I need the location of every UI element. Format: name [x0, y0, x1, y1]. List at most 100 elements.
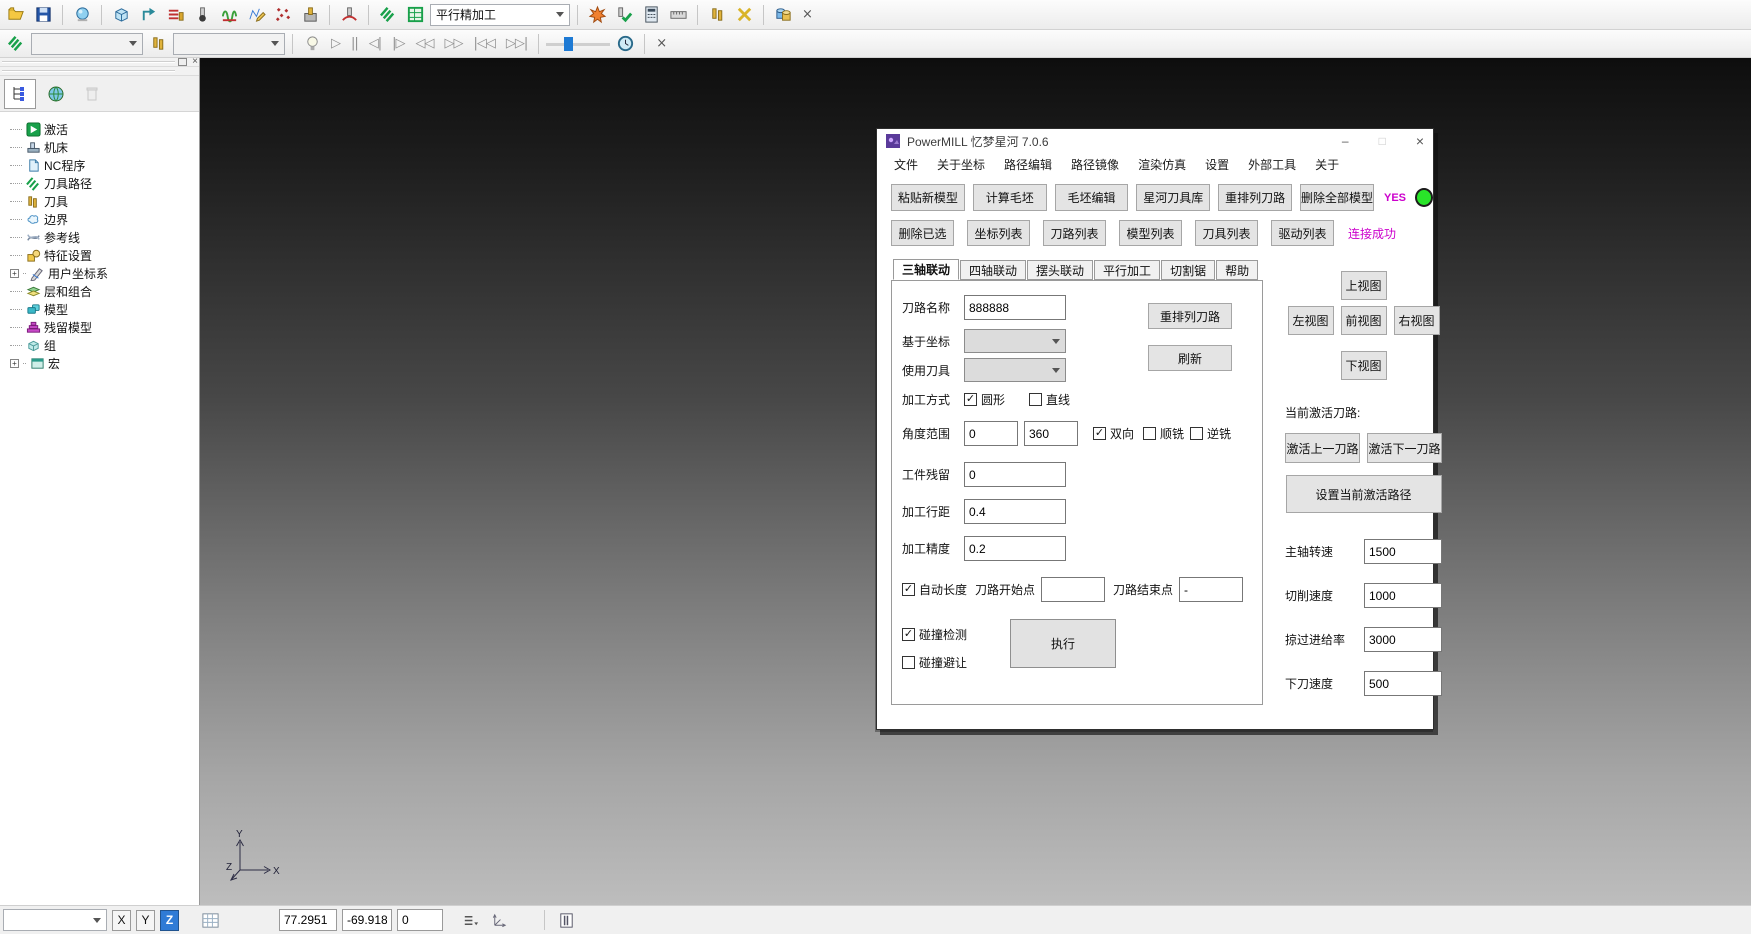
play-icon[interactable]: ▷	[327, 36, 344, 51]
execute-button[interactable]: 执行	[1010, 619, 1116, 668]
coordinate-y-input[interactable]	[342, 909, 392, 931]
axis-y-button[interactable]: Y	[136, 910, 155, 931]
auto-length-checkbox[interactable]: ✓	[902, 583, 915, 596]
tree-item-boundaries[interactable]: 边界	[10, 210, 199, 228]
view-right-button[interactable]: 右视图	[1394, 306, 1440, 335]
toolbar-close-icon[interactable]: ×	[652, 36, 670, 51]
calc-block-button[interactable]: 计算毛坯	[973, 184, 1047, 211]
axis-x-button[interactable]: X	[112, 910, 131, 931]
panel-close-icon[interactable]: ×	[192, 56, 198, 67]
tab-explorer-globe[interactable]	[40, 79, 72, 109]
conventional-checkbox[interactable]	[1190, 427, 1203, 440]
tab-3axis[interactable]: 三轴联动	[893, 259, 959, 280]
climb-checkbox[interactable]	[1143, 427, 1156, 440]
activate-prev-toolpath-button[interactable]: 激活上一刀路	[1285, 433, 1360, 463]
bulb-icon[interactable]	[300, 32, 324, 56]
open-file-icon[interactable]	[4, 3, 28, 27]
tree-item-groups[interactable]: 组	[10, 336, 199, 354]
calculator-icon[interactable]	[639, 3, 663, 27]
clock-icon[interactable]	[613, 32, 637, 56]
list-menu-icon[interactable]	[458, 908, 482, 932]
view-front-button[interactable]: 前视图	[1341, 306, 1387, 335]
step-forward-icon[interactable]: |▷	[388, 36, 408, 51]
ballnose-tool-icon[interactable]	[190, 3, 214, 27]
axis-z-button[interactable]: Z	[160, 910, 179, 931]
collision-avoid-checkbox[interactable]	[902, 656, 915, 669]
activate-next-toolpath-button[interactable]: 激活下一刀路	[1367, 433, 1442, 463]
tree-item-macros[interactable]: +宏	[10, 354, 199, 372]
use-tool-select[interactable]	[964, 358, 1066, 382]
menu-file[interactable]: 文件	[894, 156, 918, 173]
ruler-icon[interactable]	[666, 3, 690, 27]
go-to-end-icon[interactable]: ▷▷|	[502, 36, 531, 51]
paste-new-model-button[interactable]: 粘贴新模型	[891, 184, 965, 211]
rewind-icon[interactable]: ◁◁	[412, 36, 438, 51]
grid-list-icon[interactable]	[403, 3, 427, 27]
toolpath-name-input[interactable]	[964, 295, 1066, 320]
simulation-speed-slider[interactable]	[546, 35, 610, 53]
plunge-speed-input[interactable]	[1364, 671, 1442, 696]
collision-check-checkbox[interactable]: ✓	[902, 628, 915, 641]
dialog-titlebar[interactable]: PowerMILL 忆梦星河 7.0.6 – □ ×	[877, 129, 1433, 153]
menu-about-coords[interactable]: 关于坐标	[937, 156, 985, 173]
maximize-button[interactable]: □	[1379, 134, 1386, 148]
tab-parallel[interactable]: 平行加工	[1094, 260, 1160, 280]
tool-holder-icon[interactable]	[298, 3, 322, 27]
fast-forward-icon[interactable]: ▷▷	[441, 36, 467, 51]
view-bottom-button[interactable]: 下视图	[1341, 351, 1387, 380]
tree-item-feature-sets[interactable]: 特征设置	[10, 246, 199, 264]
refresh-button[interactable]: 刷新	[1148, 345, 1232, 371]
panel-float-icon[interactable]	[178, 58, 187, 66]
delete-all-models-button[interactable]: 删除全部模型	[1300, 184, 1374, 211]
tree-item-workplanes[interactable]: +用户坐标系	[10, 264, 199, 282]
menu-about[interactable]: 关于	[1315, 156, 1339, 173]
tool-list-button[interactable]: 刀具列表	[1195, 220, 1258, 246]
tab-4axis[interactable]: 四轴联动	[960, 260, 1026, 280]
tree-item-toolpaths[interactable]: 刀具路径	[10, 174, 199, 192]
burst-tool-icon[interactable]	[585, 3, 609, 27]
angle-from-input[interactable]	[964, 421, 1018, 446]
base-coord-select[interactable]	[964, 329, 1066, 353]
end-point-input[interactable]	[1179, 577, 1243, 602]
tool-arc-icon[interactable]	[337, 3, 361, 27]
save-icon[interactable]	[31, 3, 55, 27]
tab-explorer-tree[interactable]	[4, 79, 36, 109]
rearrange-toolpaths-button[interactable]: 重排列刀路	[1218, 184, 1292, 211]
tab-explorer-trash[interactable]	[76, 79, 108, 109]
pencil-pattern-icon[interactable]	[244, 3, 268, 27]
tree-item-patterns[interactable]: 参考线	[10, 228, 199, 246]
tolerance-input[interactable]	[964, 536, 1066, 561]
stock-remain-input[interactable]	[964, 462, 1066, 487]
tool-library-button[interactable]: 星河刀具库	[1136, 184, 1210, 211]
expander-icon[interactable]: +	[10, 359, 19, 368]
menu-settings[interactable]: 设置	[1205, 156, 1229, 173]
pause-icon[interactable]: ||	[347, 36, 362, 51]
line-checkbox[interactable]	[1029, 393, 1042, 406]
tree-item-machine-tools[interactable]: 机床	[10, 138, 199, 156]
block-icon[interactable]	[109, 3, 133, 27]
minimize-button[interactable]: –	[1342, 134, 1349, 148]
tree-item-nc-programs[interactable]: NC程序	[10, 156, 199, 174]
menu-external-tools[interactable]: 外部工具	[1248, 156, 1296, 173]
workplane-lines-icon[interactable]	[163, 3, 187, 27]
tab-help[interactable]: 帮助	[1216, 260, 1258, 280]
stepover-input[interactable]	[964, 499, 1066, 524]
leads-icon[interactable]	[217, 3, 241, 27]
coord-list-button[interactable]: 坐标列表	[967, 220, 1030, 246]
strategy-preset-combobox[interactable]: 平行精加工	[430, 4, 570, 26]
tree-item-stock-models[interactable]: 残留模型	[10, 318, 199, 336]
tree-item-activate[interactable]: 激活	[10, 120, 199, 138]
cylinders-icon[interactable]	[771, 3, 795, 27]
coordinate-z-input[interactable]	[397, 909, 443, 931]
cutting-speed-input[interactable]	[1364, 583, 1442, 608]
tab-saw[interactable]: 切割锯	[1161, 260, 1215, 280]
pm-stripes-icon[interactable]	[376, 3, 400, 27]
view-left-button[interactable]: 左视图	[1288, 306, 1334, 335]
block-edit-button[interactable]: 毛坯编辑	[1055, 184, 1129, 211]
model-list-button[interactable]: 模型列表	[1119, 220, 1182, 246]
swap-arrows-icon[interactable]	[732, 3, 756, 27]
grid-icon[interactable]	[198, 908, 222, 932]
slider-handle[interactable]	[564, 37, 573, 51]
dual-panel-icon[interactable]	[554, 908, 578, 932]
panel-grip-2[interactable]	[0, 67, 199, 76]
